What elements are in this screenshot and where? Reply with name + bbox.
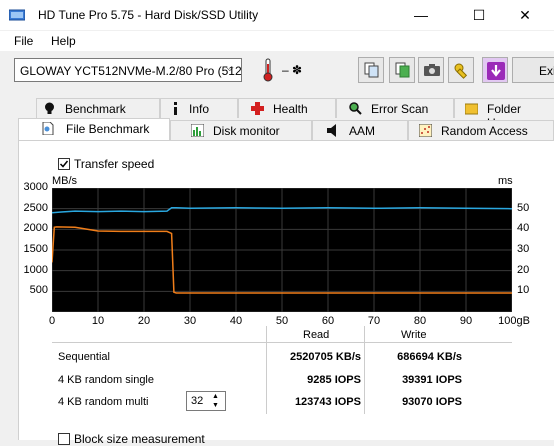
wrench-icon [454, 63, 468, 79]
health-cross-icon [251, 102, 264, 115]
table-divider [52, 342, 512, 343]
x-tick-label: 50 [275, 315, 289, 327]
read-column-header: Read [303, 329, 330, 341]
chevron-down-icon: ⌵ [226, 63, 234, 74]
y-left-tick-label: 2500 [23, 201, 48, 214]
random-multi-write: 93070 IOPS [402, 396, 462, 408]
write-column-header: Write [401, 329, 427, 341]
scatter-icon [419, 124, 432, 137]
y-right-tick-label: 20 [517, 263, 530, 276]
menu-file[interactable]: File [14, 34, 33, 48]
menu-bar [0, 31, 554, 51]
file-icon [42, 122, 54, 135]
tab-info-label: Info [189, 102, 210, 116]
copy-icon [364, 62, 379, 78]
monitor-chart-icon [191, 124, 204, 137]
block-size-label: Block size measurement [74, 432, 205, 446]
lightbulb-icon [45, 102, 54, 114]
tab-file-benchmark-label: File Benchmark [66, 122, 150, 136]
tab-file-benchmark[interactable]: File Benchmark [18, 118, 170, 141]
exit-button[interactable]: Exi [512, 57, 554, 83]
y-right-tick-label: 30 [517, 243, 530, 255]
block-size-checkbox[interactable] [58, 433, 70, 445]
copy-all-button[interactable] [389, 57, 415, 83]
random-multi-read: 123743 IOPS [294, 396, 361, 408]
tab-error-scan[interactable]: Error Scan [336, 98, 454, 118]
transfer-speed-chart [52, 188, 512, 312]
maximize-button[interactable]: ☐ [456, 0, 502, 30]
x-tick-label: 20 [137, 315, 151, 327]
spinner-down-icon[interactable]: ▼ [212, 401, 219, 410]
x-tick-label: 30 [183, 315, 197, 327]
window-title: HD Tune Pro 5.75 - Hard Disk/SSD Utility [38, 8, 259, 22]
x-tick-label: 40 [229, 315, 243, 327]
tab-random-access-label: Random Access [441, 124, 528, 138]
drive-select-value: GLOWAY YCT512NVMe-M.2/80 Pro (512 [20, 64, 242, 78]
screenshot-button[interactable] [418, 57, 444, 83]
tab-random-access[interactable]: Random Access [408, 120, 554, 140]
queue-depth-spinner[interactable]: 32 ▲ ▼ [186, 391, 226, 411]
menu-help[interactable]: Help [51, 34, 76, 48]
options-button[interactable] [448, 57, 474, 83]
sequential-read: 2520705 KB/s [290, 351, 361, 363]
close-button[interactable]: ✕ [502, 0, 548, 30]
x-tick-label: 10 [91, 315, 105, 327]
tab-health-label: Health [273, 102, 308, 116]
save-button[interactable] [482, 57, 508, 83]
y-left-tick-label: 1500 [23, 243, 48, 255]
right-axis-unit: ms [498, 175, 513, 187]
magnifier-icon [349, 102, 362, 115]
x-tick-label: 80 [413, 315, 427, 327]
y-left-tick-label: 1000 [23, 263, 48, 276]
random-single-write: 39391 IOPS [402, 374, 462, 386]
row-label-random-single: 4 KB random single [58, 374, 154, 386]
copy-text-button[interactable] [358, 57, 384, 83]
y-right-tick-label: 10 [517, 284, 530, 297]
app-icon [9, 9, 25, 21]
camera-icon [424, 64, 440, 76]
tab-health[interactable]: Health [238, 98, 336, 118]
spinner-up-icon[interactable]: ▲ [212, 392, 219, 401]
tab-benchmark[interactable]: Benchmark [36, 98, 160, 118]
speaker-icon [327, 124, 336, 137]
y-right-tick-label: 50 [517, 201, 530, 214]
download-arrow-icon [487, 62, 505, 80]
x-tick-label: 100gB [498, 315, 530, 327]
tab-disk-monitor-label: Disk monitor [213, 124, 280, 138]
info-icon [174, 102, 177, 115]
tab-aam[interactable]: AAM [312, 120, 408, 140]
queue-depth-value: 32 [191, 395, 204, 407]
minimize-button[interactable]: — [398, 0, 444, 30]
thermometer-icon [263, 58, 273, 82]
tab-disk-monitor[interactable]: Disk monitor [170, 120, 312, 140]
x-tick-label: 70 [367, 315, 381, 327]
x-tick-label: 60 [321, 315, 335, 327]
tab-info[interactable]: Info [160, 98, 238, 118]
left-axis-unit: MB/s [52, 175, 78, 187]
y-right-tick-label: 40 [517, 222, 530, 235]
y-left-tick-label: 3000 [23, 181, 48, 193]
exit-button-label: Exi [539, 64, 554, 78]
transfer-speed-checkbox[interactable] [58, 158, 70, 170]
transfer-speed-label: Transfer speed [74, 157, 155, 171]
tab-benchmark-label: Benchmark [65, 102, 126, 116]
tab-aam-label: AAM [349, 124, 376, 138]
sequential-write: 686694 KB/s [397, 351, 462, 363]
row-label-random-multi: 4 KB random multi [58, 396, 149, 408]
row-label-sequential: Sequential [58, 351, 110, 363]
tab-folder-usage[interactable]: Folder Usage [454, 98, 554, 130]
checkmark-icon [59, 160, 69, 168]
copy-green-icon [395, 62, 410, 78]
y-left-tick-label: 500 [29, 284, 48, 297]
y-left-tick-label: 2000 [23, 222, 48, 235]
tab-error-scan-label: Error Scan [371, 102, 429, 116]
folder-icon [465, 103, 478, 115]
temperature-readout: – ✽ [282, 63, 303, 77]
x-tick-label: 0 [48, 315, 56, 327]
random-single-read: 9285 IOPS [307, 374, 361, 386]
x-tick-label: 90 [459, 315, 473, 327]
